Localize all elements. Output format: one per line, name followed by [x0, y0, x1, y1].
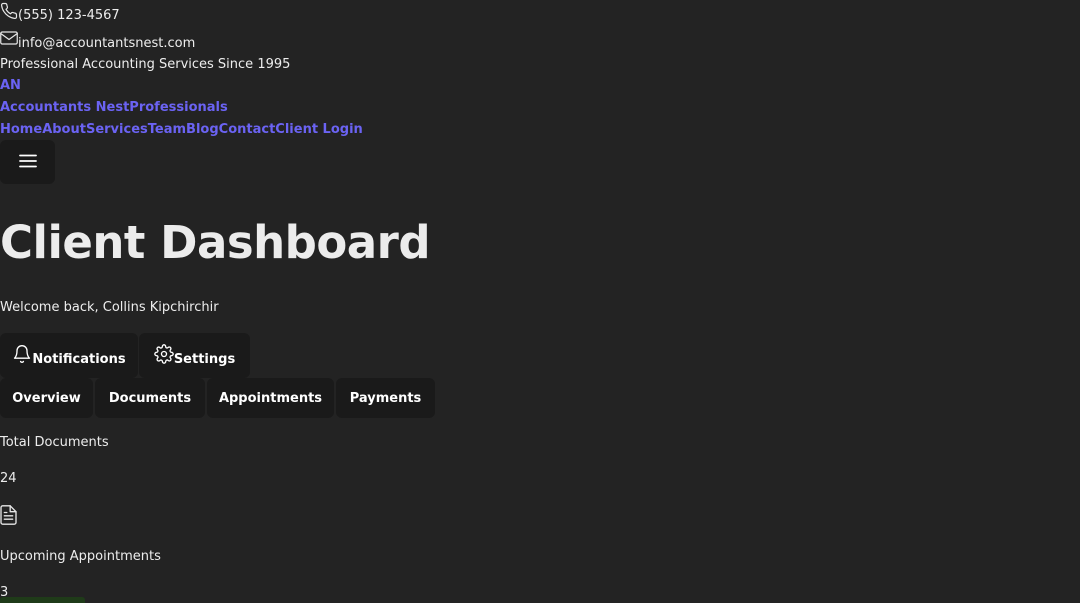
appointments-stat-label: Upcoming Appointments	[0, 549, 161, 564]
nav-client-login[interactable]: Client Login	[275, 122, 363, 137]
logo[interactable]: AN	[0, 78, 21, 93]
welcome-message: Welcome back, Collins Kipchirchir	[0, 300, 219, 315]
tagline: Professional Accounting Services Since 1…	[0, 57, 291, 72]
main-nav: HomeAboutServicesTeamBlogContactClient L…	[0, 122, 363, 137]
document-icon	[0, 505, 17, 529]
settings-label: Settings	[173, 352, 236, 367]
documents-stat-label: Total Documents	[0, 435, 109, 450]
logo-text[interactable]: AN	[0, 78, 21, 93]
tab-overview[interactable]: Overview	[0, 378, 93, 418]
nav-blog[interactable]: Blog	[186, 122, 219, 137]
nav-services[interactable]: Services	[86, 122, 148, 137]
phone-icon	[0, 2, 18, 20]
nav-contact[interactable]: Contact	[219, 122, 276, 137]
mail-icon	[0, 30, 18, 46]
brand-subtitle[interactable]: Professionals	[129, 100, 227, 115]
gear-icon	[154, 343, 174, 368]
nav-team[interactable]: Team	[148, 122, 186, 137]
nav-about[interactable]: About	[42, 122, 86, 137]
brand-name[interactable]: Accountants Nest	[0, 100, 129, 115]
notifications-button[interactable]: Notifications	[0, 333, 138, 378]
notifications-label: Notifications	[32, 352, 126, 367]
phone-line: (555) 123-4567	[0, 2, 120, 23]
tab-documents[interactable]: Documents	[95, 378, 205, 418]
menu-button[interactable]	[0, 140, 55, 184]
documents-stat-value: 24	[0, 471, 17, 486]
bell-icon	[12, 344, 32, 368]
settings-button[interactable]: Settings	[139, 333, 250, 378]
tab-payments[interactable]: Payments	[336, 378, 435, 418]
tab-appointments[interactable]: Appointments	[207, 378, 334, 418]
status-indicator	[0, 597, 85, 603]
phone-number: (555) 123-4567	[18, 8, 120, 23]
brand-link[interactable]: Accountants NestProfessionals	[0, 100, 228, 115]
page-title: Client Dashboard	[0, 216, 431, 269]
hamburger-icon	[18, 153, 37, 172]
nav-home[interactable]: Home	[0, 122, 42, 137]
email-line: info@accountantsnest.com	[0, 30, 195, 51]
email-address: info@accountantsnest.com	[18, 36, 196, 51]
